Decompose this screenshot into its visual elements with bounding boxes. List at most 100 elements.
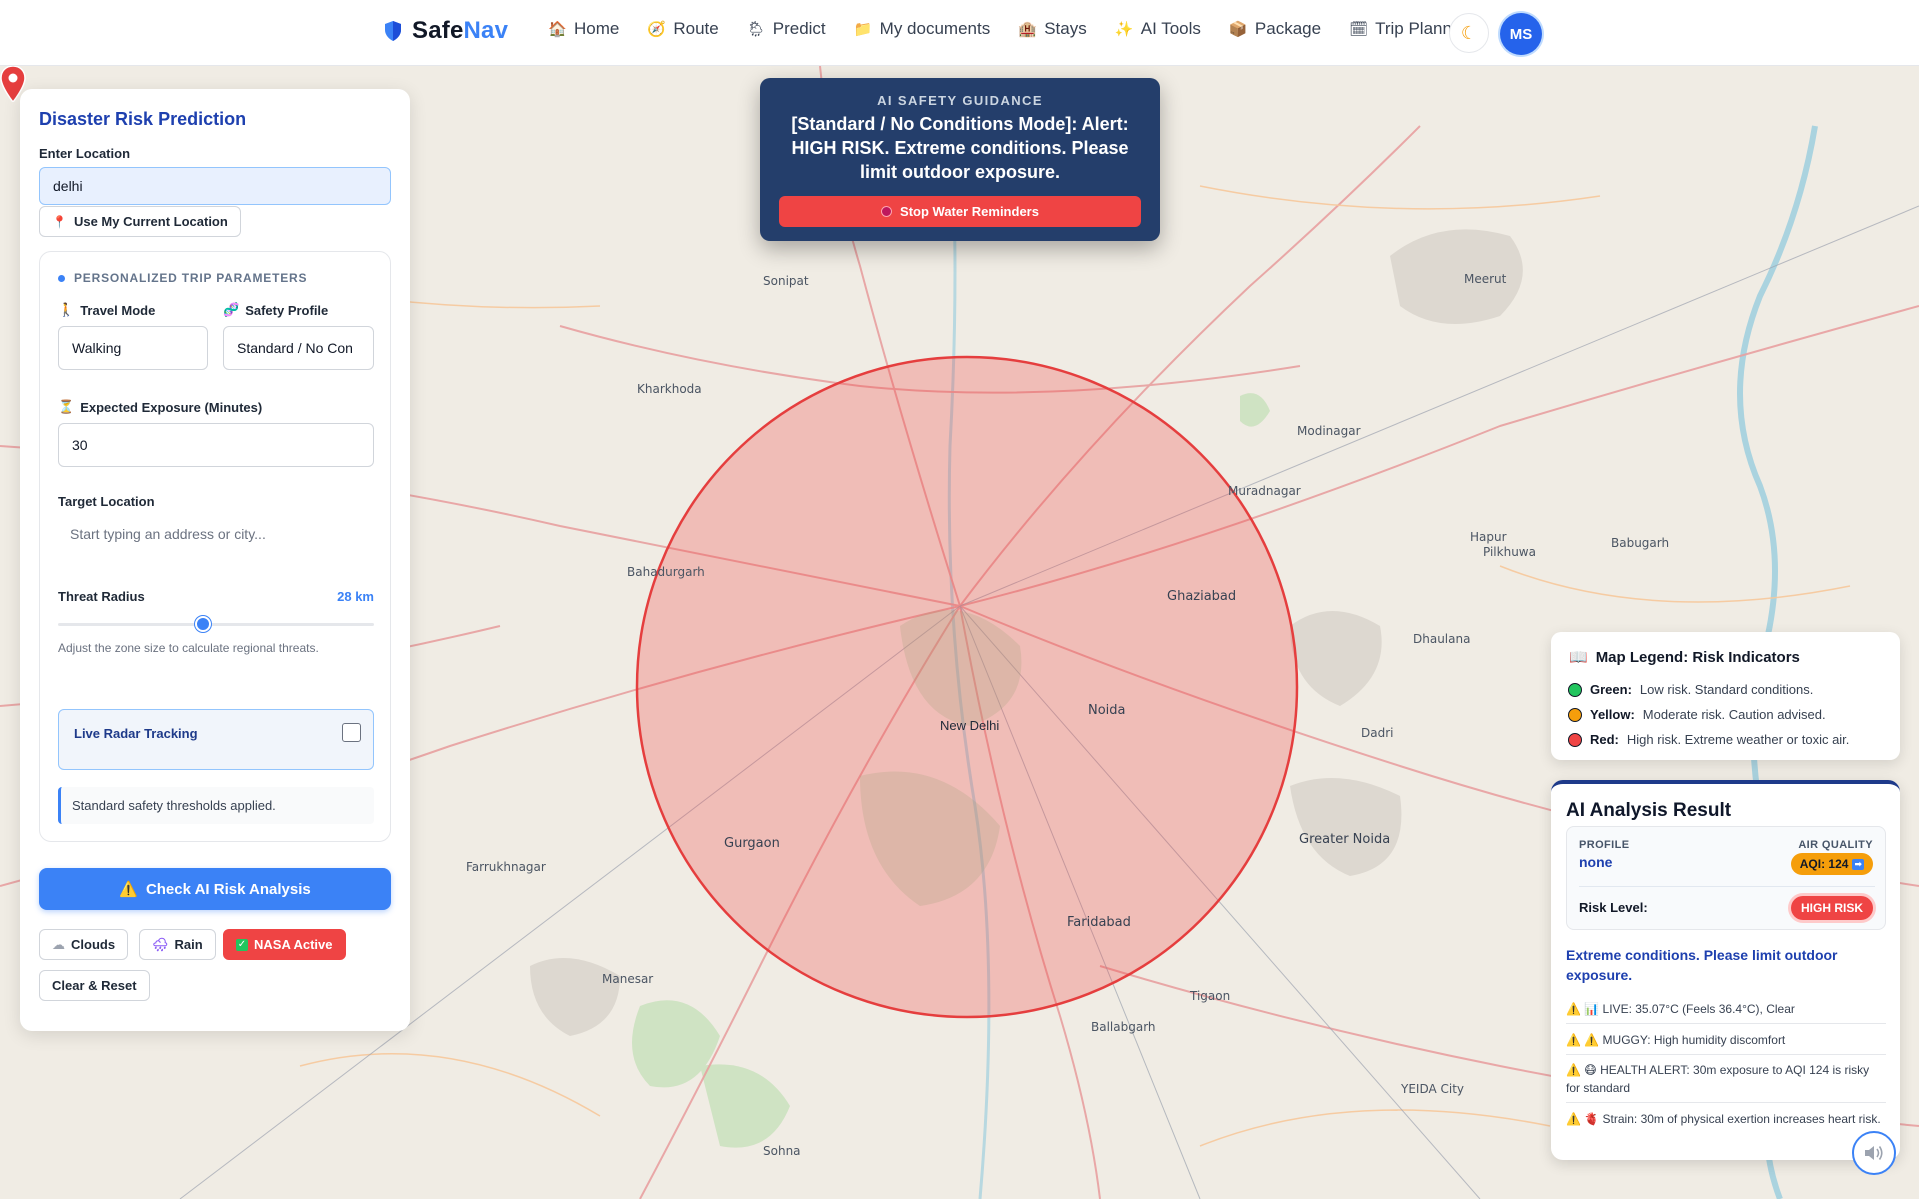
map-label-ghaziabad: Ghaziabad <box>1167 589 1237 604</box>
location-input[interactable]: delhi <box>39 167 391 205</box>
map-label-meerut: Meerut <box>1464 272 1507 286</box>
button-label: Rain <box>174 937 203 952</box>
dna-icon: 🧬 <box>223 302 240 317</box>
bullet-icon <box>58 274 65 282</box>
map-label-noida: Noida <box>1088 703 1126 718</box>
location-label: Enter Location <box>39 146 131 161</box>
aqi-badge: AQI: 124 ➡ <box>1790 853 1873 875</box>
map-label-babugarh: Babugarh <box>1611 536 1670 550</box>
threat-radius-row: Threat Radius 28 km <box>58 589 374 604</box>
planner-icon: 🗓 <box>1349 21 1369 38</box>
profile-label: PROFILE <box>1579 839 1630 851</box>
speaker-button[interactable] <box>1852 1131 1896 1175</box>
button-label: Use My Current Location <box>73 214 228 229</box>
hotel-icon: 🏨 <box>1018 21 1037 38</box>
shield-icon <box>385 21 401 41</box>
target-location-input[interactable]: Start typing an address or city... <box>58 519 374 549</box>
red-dot-icon <box>1568 732 1582 747</box>
map-label-ballabgarh: Ballabgarh <box>1091 1020 1156 1034</box>
nav-item-label: Package <box>1254 19 1322 38</box>
map-label-greater-noida: Greater Noida <box>1299 832 1391 847</box>
nav-item-route[interactable]: 🧭 Route <box>647 19 718 39</box>
exposure-label: ⏳ Expected Exposure (Minutes) <box>58 399 263 415</box>
nav-item-my-documents[interactable]: 📁 My documents <box>854 19 991 39</box>
folder-icon: 📁 <box>853 21 873 38</box>
brand-logo[interactable]: SafeNav <box>384 17 508 45</box>
stop-water-reminders-button[interactable]: Stop Water Reminders <box>779 196 1141 227</box>
profile-value: none <box>1579 854 1613 870</box>
legend-item-green: Green: Low risk. Standard conditions. <box>1568 682 1813 697</box>
record-icon <box>881 206 893 217</box>
avatar[interactable]: MS <box>1500 13 1542 55</box>
warning-icon: ⚠️ <box>119 881 138 898</box>
alert-item: ⚠️ ⚠️ MUGGY: High humidity discomfort <box>1566 1031 1886 1055</box>
nav-item-label: Predict <box>772 19 826 38</box>
result-title: AI Analysis Result <box>1566 800 1732 821</box>
magic-icon: ✨ <box>1114 21 1134 38</box>
book-icon: 📖 <box>1569 649 1588 666</box>
nav-item-ai-tools[interactable]: ✨ AI Tools <box>1115 19 1201 39</box>
map-label-yeida-city: YEIDA City <box>1401 1082 1465 1096</box>
nav-item-label: Home <box>574 19 620 38</box>
check-ai-risk-button[interactable]: ⚠️ Check AI Risk Analysis <box>39 868 391 910</box>
map-label-kharkhoda: Kharkhoda <box>637 382 702 396</box>
threat-radius-value: 28 km <box>337 589 374 604</box>
legend-item-yellow: Yellow: Moderate risk. Caution advised. <box>1568 707 1826 722</box>
map-label-tigaon: Tigaon <box>1190 989 1231 1003</box>
trip-parameters-section: PERSONALIZED TRIP PARAMETERS 🚶 Travel Mod… <box>39 251 391 842</box>
map-label-new-delhi: New Delhi <box>940 718 1000 733</box>
travel-mode-label: 🚶 Travel Mode <box>58 302 156 318</box>
threat-radius-slider[interactable] <box>58 623 374 626</box>
map-label-sonipat: Sonipat <box>763 274 809 288</box>
live-radar-checkbox[interactable] <box>342 723 361 742</box>
nasa-active-button[interactable]: ✓ NASA Active <box>223 929 346 960</box>
cloud-icon: ☁ <box>52 936 65 952</box>
nav-item-label: Route <box>673 19 719 38</box>
travel-mode-select[interactable]: Walking <box>58 326 208 370</box>
result-summary: Extreme conditions. Please limit outdoor… <box>1566 947 1838 983</box>
threshold-note: Standard safety thresholds applied. <box>58 787 374 824</box>
risk-level-badge: HIGH RISK <box>1790 896 1873 920</box>
alert-item: ⚠️ 📊 LIVE: 35.07°C (Feels 36.4°C), Clear <box>1566 1000 1886 1024</box>
guidance-heading: AI SAFETY GUIDANCE <box>877 93 1043 108</box>
checkmark-icon: ✓ <box>236 938 248 951</box>
map-label-pilkhuwa: Pilkhuwa <box>1483 545 1536 559</box>
divider <box>1579 886 1875 887</box>
map-label-gurgaon: Gurgaon <box>724 836 780 851</box>
moon-icon: ☾ <box>1460 22 1478 43</box>
map-label-modinagar: Modinagar <box>1297 424 1361 438</box>
use-current-location-button[interactable]: 📍 Use My Current Location <box>39 206 241 237</box>
legend-item-red: Red: High risk. Extreme weather or toxic … <box>1568 732 1849 747</box>
risk-level-label: Risk Level: <box>1579 900 1648 915</box>
target-location-label: Target Location <box>58 494 155 509</box>
nav-item-label: My documents <box>879 19 991 38</box>
map-label-sohna: Sohna <box>763 1144 801 1158</box>
live-radar-label: Live Radar Tracking <box>74 726 198 741</box>
map-label-faridabad: Faridabad <box>1067 915 1131 930</box>
live-radar-toggle[interactable]: Live Radar Tracking <box>58 709 374 770</box>
nav-item-predict[interactable]: 🌦 Predict <box>747 19 826 39</box>
ai-safety-guidance-banner: AI SAFETY GUIDANCE [Standard / No Condit… <box>760 78 1160 241</box>
map-label-muradnagar: Muradnagar <box>1228 484 1301 498</box>
nav-item-package[interactable]: 📦 Package <box>1229 19 1321 39</box>
clear-reset-button[interactable]: Clear & Reset <box>39 970 150 1001</box>
guidance-message: [Standard / No Conditions Mode]: Alert: … <box>791 114 1129 182</box>
params-heading: PERSONALIZED TRIP PARAMETERS <box>58 271 307 285</box>
slider-thumb[interactable] <box>195 616 212 632</box>
arrow-right-icon: ➡ <box>1852 858 1864 870</box>
safety-profile-select[interactable]: Standard / No Con <box>223 326 374 370</box>
theme-toggle-button[interactable]: ☾ <box>1449 13 1489 53</box>
yellow-dot-icon <box>1568 707 1582 722</box>
nav-item-home[interactable]: 🏠 Home <box>548 19 619 39</box>
rain-toggle-button[interactable]: 🌧 Rain <box>139 929 216 960</box>
home-icon: 🏠 <box>548 21 567 38</box>
risk-prediction-panel: Disaster Risk Prediction Enter Location … <box>20 89 410 1031</box>
exposure-input[interactable]: 30 <box>58 423 374 467</box>
button-label: Check AI Risk Analysis <box>145 880 311 898</box>
map-label-bahadurgarh: Bahadurgarh <box>627 565 705 579</box>
clouds-toggle-button[interactable]: ☁ Clouds <box>39 929 129 960</box>
button-label: NASA Active <box>254 937 333 952</box>
speaker-icon <box>1865 1146 1883 1160</box>
nav-item-stays[interactable]: 🏨 Stays <box>1018 19 1087 39</box>
route-icon: 🧭 <box>647 21 667 38</box>
